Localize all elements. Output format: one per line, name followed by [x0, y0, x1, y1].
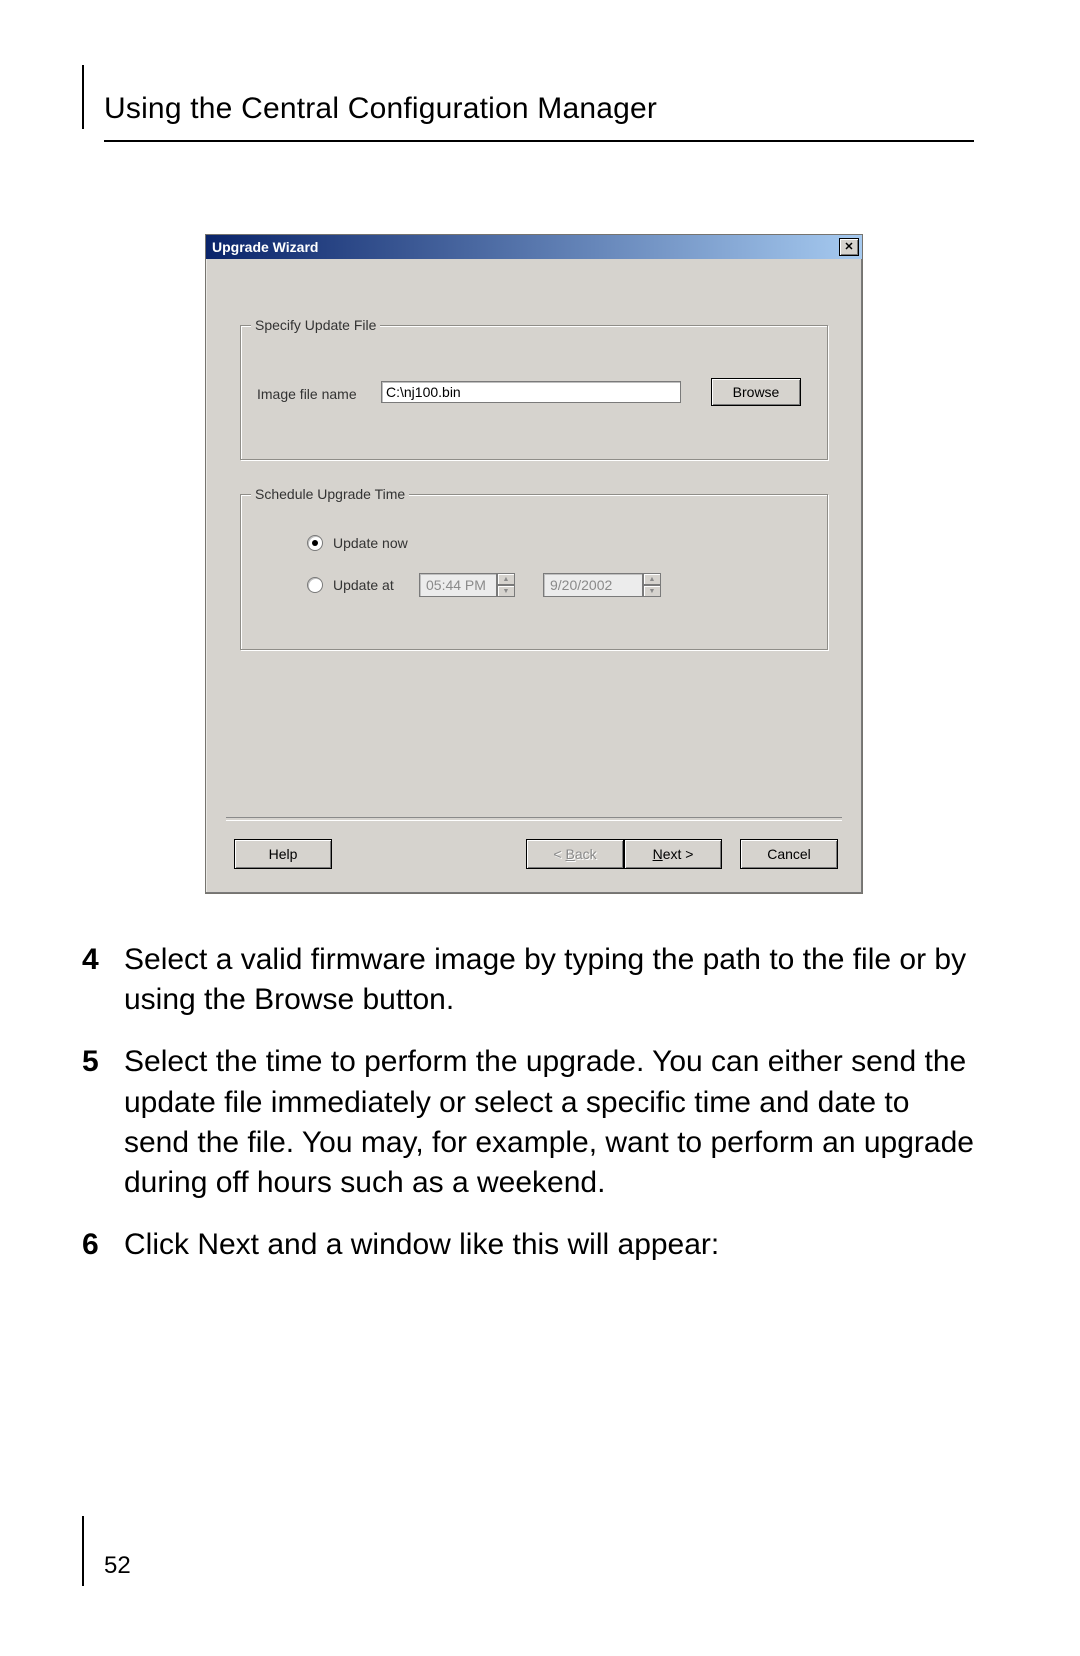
schedule-upgrade-time-group: Schedule Upgrade Time Update now Update … — [240, 494, 828, 650]
update-now-option[interactable]: Update now — [307, 535, 408, 551]
date-spinner-buttons[interactable]: ▲ ▼ — [643, 573, 661, 597]
schedule-upgrade-time-legend: Schedule Upgrade Time — [251, 486, 409, 502]
step-5: 5 Select the time to perform the upgrade… — [82, 1042, 982, 1203]
footer-vertical-rule — [82, 1516, 84, 1586]
update-at-radio[interactable] — [307, 577, 323, 593]
image-file-name-input[interactable] — [381, 381, 681, 403]
help-button-label: Help — [269, 846, 298, 862]
dialog-title: Upgrade Wizard — [212, 239, 839, 255]
step-4-number: 4 — [82, 940, 124, 1020]
close-button[interactable]: ✕ — [839, 238, 859, 256]
specify-update-file-legend: Specify Update File — [251, 317, 380, 333]
header-horizontal-rule — [104, 140, 974, 142]
date-value: 9/20/2002 — [543, 573, 643, 597]
cancel-button[interactable]: Cancel — [740, 839, 838, 869]
time-spinner[interactable]: 05:44 PM ▲ ▼ — [419, 573, 515, 597]
upgrade-wizard-dialog: Upgrade Wizard ✕ Specify Update File Ima… — [205, 234, 863, 894]
step-6-text: Click Next and a window like this will a… — [124, 1225, 982, 1265]
chapter-title: Using the Central Configuration Manager — [104, 92, 657, 126]
step-6-number: 6 — [82, 1225, 124, 1265]
update-at-label: Update at — [333, 577, 394, 593]
image-file-name-label: Image file name — [257, 386, 357, 402]
browse-button-label: Browse — [733, 384, 780, 400]
update-at-option[interactable]: Update at — [307, 577, 394, 593]
instruction-steps: 4 Select a valid firmware image by typin… — [82, 940, 982, 1287]
time-down-icon[interactable]: ▼ — [497, 585, 515, 597]
step-6: 6 Click Next and a window like this will… — [82, 1225, 982, 1265]
time-value: 05:44 PM — [419, 573, 497, 597]
update-now-label: Update now — [333, 535, 408, 551]
date-spinner[interactable]: 9/20/2002 ▲ ▼ — [543, 573, 661, 597]
header-vertical-rule — [82, 65, 84, 129]
date-down-icon[interactable]: ▼ — [643, 585, 661, 597]
date-up-icon[interactable]: ▲ — [643, 573, 661, 585]
step-4: 4 Select a valid firmware image by typin… — [82, 940, 982, 1020]
back-button[interactable]: < Back — [526, 839, 624, 869]
back-button-label: < Back — [553, 846, 596, 862]
close-icon: ✕ — [844, 242, 853, 253]
page: Using the Central Configuration Manager … — [0, 0, 1080, 1656]
time-spinner-buttons[interactable]: ▲ ▼ — [497, 573, 515, 597]
dialog-body: Specify Update File Image file name Brow… — [206, 259, 862, 893]
step-5-text: Select the time to perform the upgrade. … — [124, 1042, 982, 1203]
next-button-label: Next > — [653, 846, 694, 862]
step-5-number: 5 — [82, 1042, 124, 1203]
time-up-icon[interactable]: ▲ — [497, 573, 515, 585]
next-button[interactable]: Next > — [624, 839, 722, 869]
titlebar: Upgrade Wizard ✕ — [206, 235, 862, 259]
help-button[interactable]: Help — [234, 839, 332, 869]
update-now-radio[interactable] — [307, 535, 323, 551]
cancel-button-label: Cancel — [767, 846, 811, 862]
button-separator — [226, 817, 842, 821]
specify-update-file-group: Specify Update File Image file name Brow… — [240, 325, 828, 460]
browse-button[interactable]: Browse — [711, 378, 801, 406]
step-4-text: Select a valid firmware image by typing … — [124, 940, 982, 1020]
page-number: 52 — [104, 1552, 131, 1580]
